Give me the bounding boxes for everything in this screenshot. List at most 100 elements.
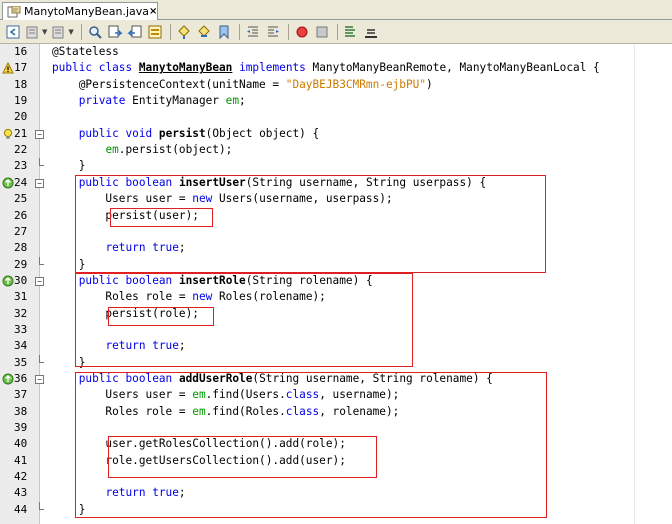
code-line[interactable]: 20 — [0, 109, 672, 125]
line-number: 31 — [14, 290, 28, 304]
find-icon[interactable] — [86, 23, 104, 41]
line-number: 33 — [14, 322, 28, 336]
code-line[interactable]: 36− public boolean addUserRole(String us… — [0, 371, 672, 387]
line-number: 22 — [14, 143, 28, 157]
line-number: 17 — [14, 61, 28, 75]
find-prev-icon[interactable] — [106, 23, 124, 41]
code-line[interactable]: 27 — [0, 224, 672, 240]
line-number: 44 — [14, 502, 28, 516]
code-line[interactable]: 44 } — [0, 501, 672, 518]
code-line[interactable]: 17 public class ManytoManyBean implements… — [0, 60, 672, 76]
line-number: 24 — [14, 175, 28, 189]
line-number: 43 — [14, 486, 28, 500]
next-history-icon[interactable] — [50, 23, 68, 41]
fold-end-marker — [39, 354, 44, 363]
code-text: } — [52, 257, 86, 271]
fold-collapse-icon[interactable]: − — [35, 375, 44, 384]
code-text: public boolean addUserRole(String userna… — [78, 372, 493, 385]
next-bookmark-icon[interactable] — [195, 23, 213, 41]
code-line[interactable]: 16 @Stateless — [0, 44, 672, 60]
comment-icon[interactable] — [342, 23, 360, 41]
code-text: } — [52, 502, 86, 516]
shift-left-icon[interactable] — [244, 23, 262, 41]
close-tab-icon[interactable]: × — [149, 6, 157, 17]
start-macro-icon[interactable] — [293, 23, 311, 41]
code-line[interactable]: 32 persist(role); — [0, 306, 672, 322]
code-text: persist(user); — [52, 208, 199, 222]
code-line[interactable]: 26 persist(user); — [0, 208, 672, 224]
code-line[interactable]: 43 return true; — [0, 485, 672, 501]
dropdown-arrow-icon[interactable]: ▼ — [42, 28, 47, 36]
code-text: @Stateless — [52, 45, 119, 58]
java-file-icon — [7, 5, 21, 18]
code-line[interactable]: 34 return true; — [0, 338, 672, 354]
stop-macro-icon[interactable] — [313, 23, 331, 41]
uncomment-icon[interactable] — [362, 23, 380, 41]
code-text: return true; — [105, 486, 186, 500]
line-number: 38 — [14, 404, 28, 418]
fold-end-marker — [39, 158, 44, 167]
toolbar-separator — [238, 23, 240, 40]
toggle-bookmark-icon[interactable] — [215, 23, 233, 41]
code-line[interactable]: 23 } — [0, 158, 672, 174]
code-line[interactable]: 25 Users user = new Users(username, user… — [0, 191, 672, 207]
toolbar-separator — [80, 23, 82, 40]
code-text: Roles role = new Roles(rolename); — [52, 290, 326, 304]
code-line[interactable]: 22 em.persist(object); — [0, 142, 672, 158]
code-line[interactable]: 30− public boolean insertRole(String rol… — [0, 273, 672, 289]
code-line[interactable]: 19 private EntityManager em; — [0, 93, 672, 109]
line-number: 16 — [14, 45, 28, 58]
line-number: 20 — [14, 110, 28, 124]
fold-collapse-icon[interactable]: − — [35, 178, 44, 188]
line-number: 32 — [14, 306, 28, 320]
line-number: 30 — [14, 273, 28, 287]
toolbar-separator — [169, 23, 171, 40]
line-number: 19 — [14, 94, 28, 108]
find-next-icon[interactable] — [126, 23, 144, 41]
code-line[interactable]: 28 return true; — [0, 240, 672, 256]
code-line[interactable]: 42 — [0, 469, 672, 485]
code-line[interactable]: 33 — [0, 322, 672, 338]
prev-bookmark-icon[interactable] — [175, 23, 193, 41]
shift-right-icon[interactable] — [264, 23, 282, 41]
line-number: 28 — [14, 241, 28, 255]
fold-end-marker — [39, 256, 44, 265]
forward-history-icon[interactable] — [24, 23, 42, 41]
code-text: user.getRolesCollection().add(role); — [52, 437, 346, 451]
code-line[interactable]: 29 } — [0, 256, 672, 273]
code-line[interactable]: 31 Roles role = new Roles(rolename); — [0, 289, 672, 305]
line-number: 35 — [14, 355, 28, 369]
line-number: 25 — [14, 192, 28, 206]
code-line[interactable]: 38 Roles role = em.find(Roles.class, rol… — [0, 404, 672, 420]
line-number: 41 — [14, 453, 28, 467]
line-number: 37 — [14, 388, 28, 402]
code-line[interactable]: 37 Users user = em.find(Users.class, use… — [0, 387, 672, 403]
code-line[interactable]: 40 user.getRolesCollection().add(role); — [0, 436, 672, 452]
code-text: Users user = new Users(username, userpas… — [52, 192, 393, 206]
code-line[interactable]: 24− public boolean insertUser(String use… — [0, 175, 672, 191]
tab-title: ManytoManyBean.java — [24, 5, 150, 18]
toolbar-separator — [336, 23, 338, 40]
dropdown-arrow-icon[interactable]: ▼ — [68, 28, 73, 36]
toolbar-separator — [287, 23, 289, 40]
code-text: role.getUsersCollection().add(user); — [52, 453, 346, 467]
code-line[interactable]: 41 role.getUsersCollection().add(user); — [0, 453, 672, 469]
fold-collapse-icon[interactable]: − — [35, 129, 44, 139]
line-number: 39 — [14, 421, 28, 435]
code-text: public class ManytoManyBean implements M… — [52, 61, 600, 75]
line-number: 26 — [14, 208, 28, 222]
code-text: return true; — [105, 339, 186, 353]
code-line[interactable]: 21− public void persist(Object object) { — [0, 126, 672, 142]
code-text: return true; — [105, 241, 186, 255]
code-line[interactable]: 35 } — [0, 354, 672, 371]
fold-collapse-icon[interactable]: − — [35, 276, 44, 286]
toggle-highlight-icon[interactable] — [146, 23, 164, 41]
code-line[interactable]: 39 — [0, 420, 672, 436]
code-text: } — [52, 159, 86, 173]
back-icon[interactable] — [4, 23, 22, 41]
code-line[interactable]: 18 @PersistenceContext(unitName = "DayBE… — [0, 77, 672, 93]
editor-toolbar: ▼ ▼ — [0, 20, 672, 44]
tab-manytomanybean-java[interactable]: ManytoManyBean.java × — [2, 2, 158, 20]
line-number: 18 — [14, 77, 28, 91]
code-text: public void persist(Object object) { — [78, 126, 320, 140]
